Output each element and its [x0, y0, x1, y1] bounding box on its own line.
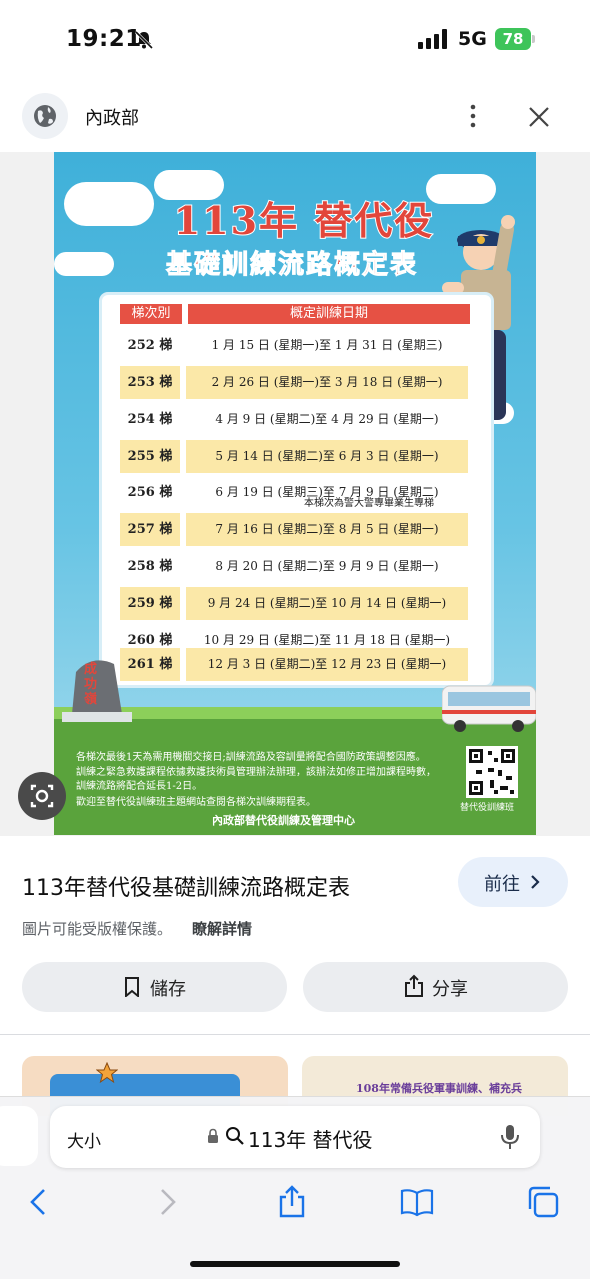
batch-cell: 255 梯: [120, 440, 180, 473]
star-icon: [96, 1062, 118, 1084]
share-page-icon[interactable]: [275, 1185, 309, 1219]
dates-cell: 12 月 3 日 (星期二)至 12 月 23 日 (星期一): [186, 648, 468, 681]
status-time: 19:21: [66, 26, 142, 52]
schedule-table: 梯次別 概定訓練日期 252 梯 1 月 15 日 (星期一)至 1 月 31 …: [102, 295, 491, 685]
table-row: 258 梯 8 月 20 日 (星期二)至 9 月 9 日 (星期一): [120, 550, 470, 583]
address-bar-query[interactable]: 113年 替代役: [248, 1124, 373, 1153]
visit-button-label[interactable]: 前往: [484, 870, 520, 896]
signal-icon: [418, 29, 447, 49]
footer-line: 訓練之緊急救護課程依據救護技術員管理辦法辦理，該辦法如修正增加課程時數，: [76, 767, 436, 778]
network-type: 5G: [458, 28, 487, 50]
share-label[interactable]: 分享: [432, 975, 468, 1001]
poster-subtitle: 基礎訓練流路概定表: [165, 250, 418, 281]
batch-cell: 253 梯: [120, 366, 180, 399]
stone-text: 成功嶺: [84, 662, 98, 707]
save-label[interactable]: 儲存: [150, 975, 186, 1001]
batch-cell: 256 梯: [127, 485, 173, 500]
battery-level: 78: [495, 28, 531, 50]
divider: [0, 1034, 590, 1035]
poster-image[interactable]: 113年 替代役 基礎訓練流路概定表 梯次別 概定訓練日期 252 梯 1 月 …: [54, 152, 536, 835]
copyright-notice: 圖片可能受版權保護。: [22, 920, 173, 938]
dates-cell: 7 月 16 日 (星期二)至 8 月 5 日 (星期一): [186, 513, 468, 546]
dates-cell: 1 月 15 日 (星期一)至 1 月 31 日 (星期三): [211, 338, 443, 352]
table-row: 254 梯 4 月 9 日 (星期二)至 4 月 29 日 (星期一): [120, 403, 470, 436]
dates-cell: 2 月 26 日 (星期一)至 3 月 18 日 (星期一): [186, 366, 468, 399]
lock-icon: [208, 1128, 218, 1143]
site-name[interactable]: 內政部: [85, 104, 139, 130]
visual-search-button[interactable]: [18, 772, 66, 820]
back-icon[interactable]: [22, 1185, 56, 1219]
qr-label: 替代役訓練班: [460, 803, 515, 813]
batch-cell: 252 梯: [127, 338, 173, 353]
site-favicon: [22, 93, 68, 139]
table-row: 261 梯 12 月 3 日 (星期二)至 12 月 23 日 (星期一): [120, 648, 470, 681]
footer-line: 各梯次最後1天為需用機關交接日;訓練流路及容訓量將配合國防政策調整因應。: [76, 752, 426, 763]
text-size-button[interactable]: 大小: [67, 1127, 101, 1152]
footer-line: 訓練流路將配合延長1-2日。: [76, 781, 203, 792]
home-indicator: [190, 1261, 400, 1267]
more-vertical-icon[interactable]: [464, 103, 482, 129]
chevron-right-icon: [531, 875, 540, 889]
org-name: 內政部替代役訓練及管理中心: [212, 814, 355, 827]
bookmark-icon: [125, 977, 139, 997]
table-row: 255 梯 5 月 14 日 (星期二)至 6 月 3 日 (星期一): [120, 440, 470, 473]
header-batch: 梯次別: [120, 304, 182, 324]
learn-more-link[interactable]: 瞭解詳情: [192, 918, 252, 939]
dates-cell: 4 月 9 日 (星期二)至 4 月 29 日 (星期一): [215, 412, 439, 426]
header-dates: 概定訓練日期: [188, 304, 470, 324]
bell-muted-icon: [134, 30, 154, 50]
forward-icon[interactable]: [150, 1185, 184, 1219]
footer-line: 歡迎至替代役訓練班主題網站查閱各梯次訓練期程表。: [76, 797, 316, 808]
battery-icon: 78: [495, 28, 535, 50]
share-icon: [405, 974, 423, 997]
bus-illustration: [442, 685, 536, 732]
batch-cell: 257 梯: [120, 513, 180, 546]
table-row: 259 梯 9 月 24 日 (星期二)至 10 月 14 日 (星期一): [120, 587, 470, 620]
tabs-icon[interactable]: [526, 1185, 560, 1219]
globe-icon: [34, 105, 56, 127]
previous-tab-edge[interactable]: [0, 1106, 38, 1166]
table-row: 257 梯 7 月 16 日 (星期二)至 8 月 5 日 (星期一): [120, 513, 470, 546]
poster-title: 113年 替代役: [173, 197, 435, 244]
qr-code: [466, 746, 518, 798]
dates-cell: 9 月 24 日 (星期二)至 10 月 14 日 (星期一): [186, 587, 468, 620]
cloud: [64, 182, 154, 226]
dates-cell: 5 月 14 日 (星期二)至 6 月 3 日 (星期一): [186, 440, 468, 473]
search-icon: [226, 1127, 244, 1145]
lens-icon: [30, 784, 54, 808]
batch-note: 本梯次為警大警專畢業生專梯: [304, 498, 434, 509]
result-title: 113年替代役基礎訓練流路概定表: [22, 876, 350, 901]
table-row: 252 梯 1 月 15 日 (星期一)至 1 月 31 日 (星期三): [120, 329, 470, 362]
table-row: 253 梯 2 月 26 日 (星期一)至 3 月 18 日 (星期一): [120, 366, 470, 399]
batch-cell: 259 梯: [120, 587, 180, 620]
batch-cell: 258 梯: [127, 559, 173, 574]
cloud: [54, 252, 114, 276]
batch-cell: 254 梯: [127, 412, 173, 427]
related-image-caption: 108年常備兵役軍事訓練、補充兵: [356, 1082, 522, 1095]
dates-cell: 8 月 20 日 (星期二)至 9 月 9 日 (星期一): [215, 559, 439, 573]
bookmarks-icon[interactable]: [400, 1185, 434, 1219]
microphone-icon[interactable]: [500, 1124, 520, 1150]
close-icon[interactable]: [526, 104, 552, 130]
